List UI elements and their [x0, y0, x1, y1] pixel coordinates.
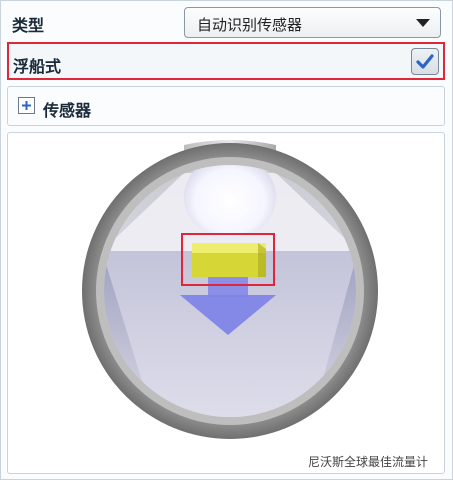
float-row: 浮船式 — [7, 42, 445, 80]
expand-button[interactable] — [18, 97, 35, 114]
plus-icon — [22, 101, 31, 110]
sensor-section-header[interactable]: 传感器 — [7, 86, 445, 126]
settings-panel: 类型 自动识别传感器 浮船式 传感器 尼沃斯全球最佳流量计 — [0, 0, 453, 480]
type-select[interactable]: 自动识别传感器 — [184, 7, 441, 38]
sensor-label: 传感器 — [43, 101, 92, 120]
sensor-diagram-panel — [7, 132, 445, 474]
chevron-down-icon — [416, 19, 430, 27]
type-select-value: 自动识别传感器 — [197, 16, 303, 34]
watermark-text: 尼沃斯全球最佳流量计 — [308, 455, 429, 469]
float-checkbox[interactable] — [411, 48, 439, 75]
type-row: 类型 自动识别传感器 — [1, 1, 452, 41]
pipe-diagram — [82, 140, 378, 439]
type-label: 类型 — [12, 16, 45, 35]
float-block — [192, 243, 266, 277]
float-label: 浮船式 — [13, 57, 62, 76]
checkmark-icon — [416, 54, 434, 69]
